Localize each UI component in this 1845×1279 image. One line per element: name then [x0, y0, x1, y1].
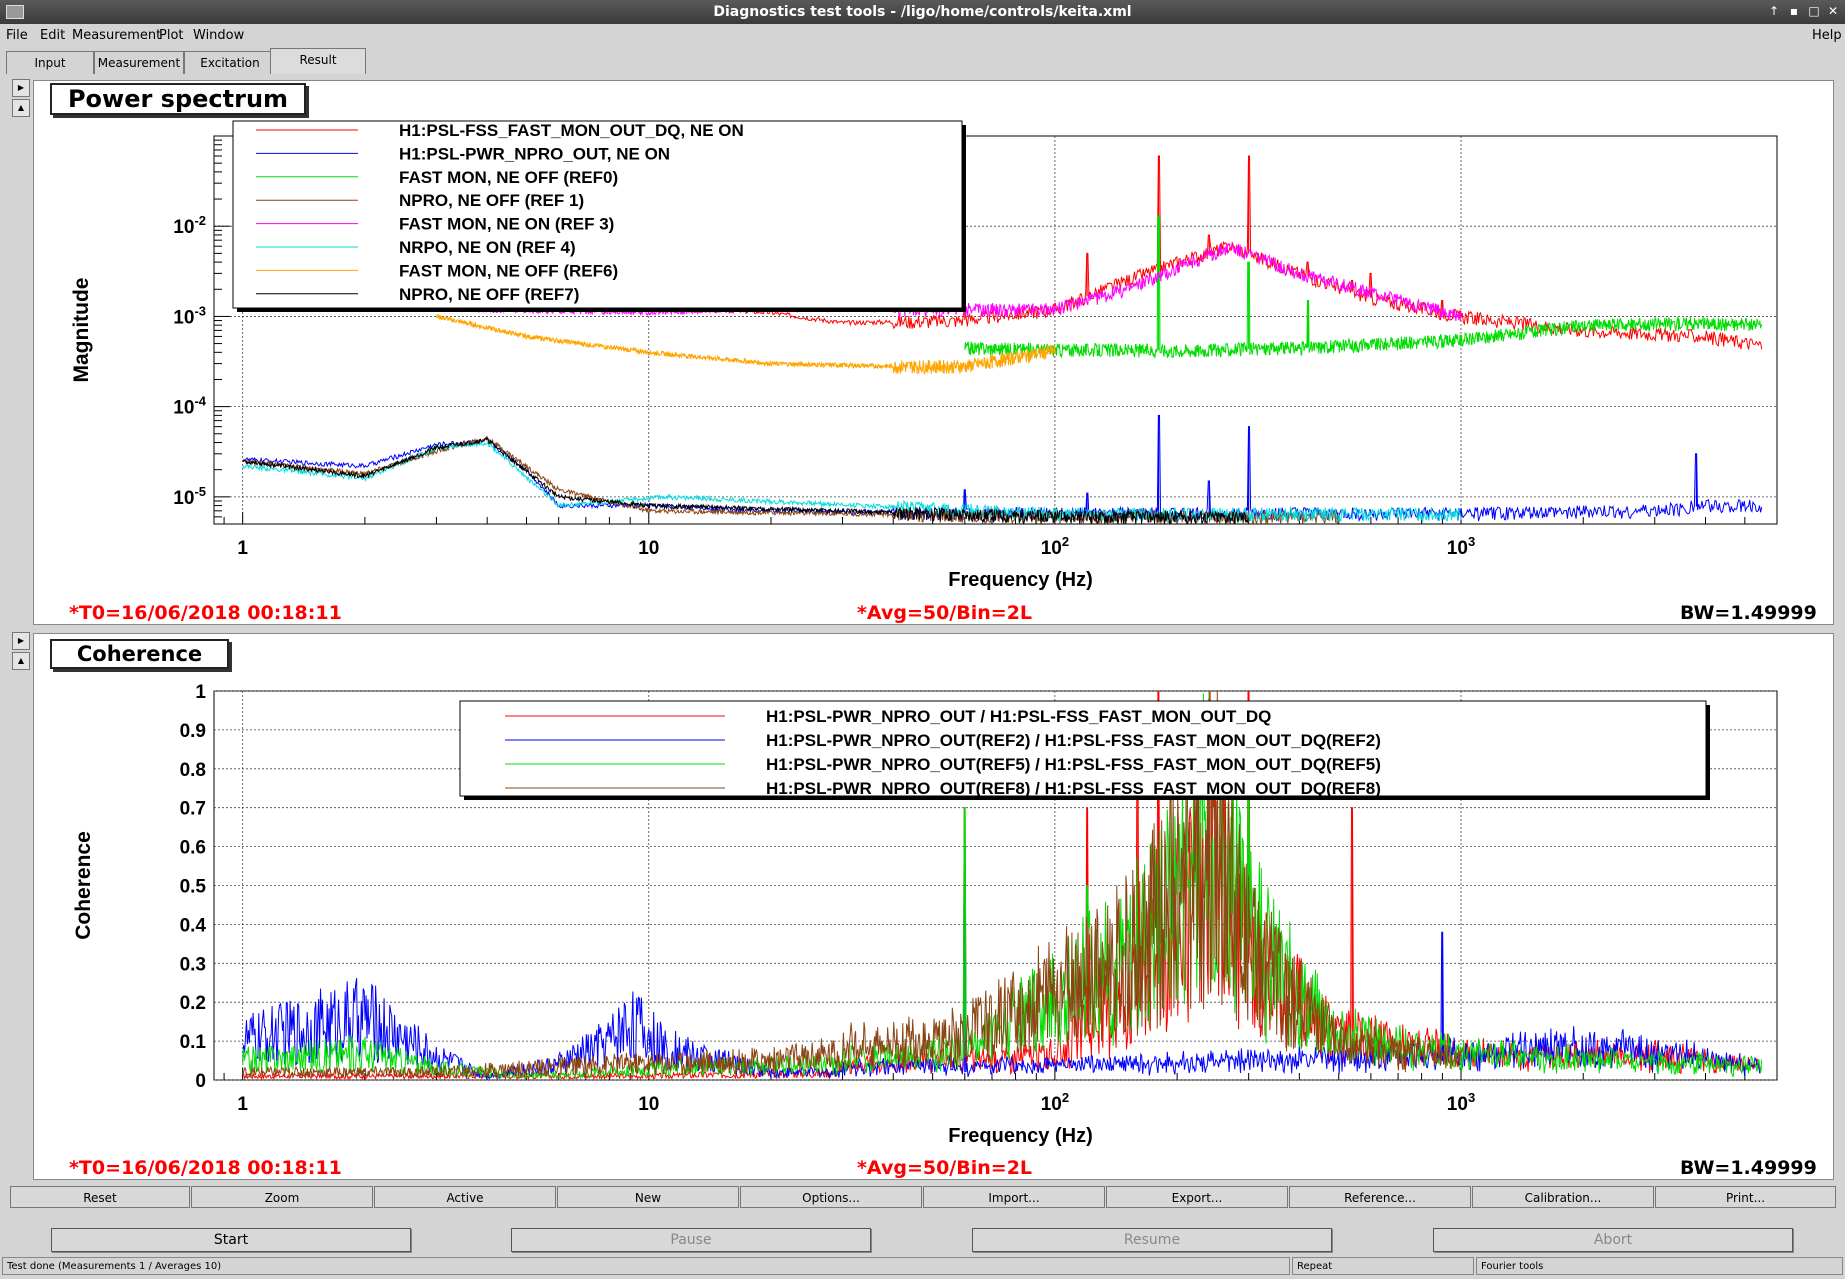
legend-entry-0: H1:PSL-FSS_FAST_MON_OUT_DQ, NE ON: [399, 121, 744, 140]
x-tick-label: 1: [237, 538, 248, 559]
tab-result[interactable]: Result: [270, 48, 366, 74]
menu-window[interactable]: Window: [193, 28, 244, 43]
legend-entry-0: H1:PSL-PWR_NPRO_OUT / H1:PSL-FSS_FAST_MO…: [766, 707, 1271, 726]
x-tick-label: 102: [1041, 1090, 1069, 1115]
x-tick-label: 1: [237, 1094, 248, 1115]
legend-entry-1: H1:PSL-PWR_NPRO_OUT, NE ON: [399, 144, 670, 163]
menu-file[interactable]: File: [6, 28, 28, 43]
x-axis-label: Frequency (Hz): [948, 1125, 1092, 1147]
print-button[interactable]: Print...: [1655, 1186, 1836, 1208]
coherence-pane: Coherence 1 10 102 103 0 0.1 0.2 0.3 0.4 0.5 0.6 0.…: [33, 633, 1834, 1180]
tab-input[interactable]: Input: [6, 51, 94, 74]
y-tick-label: 10-2: [173, 213, 206, 238]
menu-bar: File Edit Measurement Plot Window Help: [0, 24, 1845, 48]
legend-entry-5: NRPO, NE ON (REF 4): [399, 238, 576, 257]
y-tick-label: 0.9: [180, 721, 206, 742]
status-repeat: Repeat: [1292, 1257, 1474, 1275]
power-t0-label: *T0=16/06/2018 00:18:11: [69, 602, 342, 624]
legend-entry-3: H1:PSL-PWR_NPRO_OUT(REF8) / H1:PSL-FSS_F…: [766, 779, 1381, 798]
new-button[interactable]: New: [557, 1186, 739, 1208]
y-tick-label: 10-3: [173, 303, 206, 328]
tab-excitation[interactable]: Excitation: [184, 51, 276, 74]
y-tick-label: 0.2: [180, 993, 206, 1014]
y-tick-label: 10-4: [173, 394, 206, 419]
menu-plot[interactable]: Plot: [159, 28, 184, 43]
x-tick-label: 102: [1041, 534, 1069, 559]
maximize-icon[interactable]: □: [1806, 4, 1822, 18]
power-bw-label: BW=1.49999: [1680, 602, 1817, 624]
pane2-expand-icon[interactable]: ▶: [12, 632, 30, 650]
legend-entry-2: FAST MON, NE OFF (REF0): [399, 168, 618, 187]
pane2-collapse-icon[interactable]: ▲: [12, 652, 30, 670]
x-tick-label: 10: [638, 538, 659, 559]
calibration-button[interactable]: Calibration...: [1472, 1186, 1654, 1208]
power-spectrum-pane: Power spectrum 1 10 102 103 10-5 10-4 10-3 10-2…: [33, 80, 1834, 625]
legend-entry-7: NPRO, NE OFF (REF7): [399, 285, 579, 304]
coherence-t0-label: *T0=16/06/2018 00:18:11: [69, 1157, 342, 1179]
y-tick-label: 0.1: [180, 1032, 207, 1053]
legend-entry-1: H1:PSL-PWR_NPRO_OUT(REF2) / H1:PSL-FSS_F…: [766, 731, 1381, 750]
raise-icon[interactable]: ↑: [1766, 4, 1782, 18]
pane1-collapse-icon[interactable]: ▲: [12, 99, 30, 117]
close-icon[interactable]: ✕: [1825, 4, 1841, 18]
y-tick-label: 0.4: [180, 915, 207, 936]
y-tick-label: 0.8: [180, 760, 206, 781]
y-tick-label: 0.6: [180, 838, 206, 859]
menu-edit[interactable]: Edit: [40, 28, 65, 43]
legend-entry-3: NPRO, NE OFF (REF 1): [399, 191, 584, 210]
minimize-icon[interactable]: ▪: [1786, 4, 1802, 18]
coherence-plot[interactable]: 1 10 102 103 0 0.1 0.2 0.3 0.4 0.5 0.6 0.7 0.8 0.9 1 Fr…: [34, 634, 1833, 1179]
reset-button[interactable]: Reset: [10, 1186, 190, 1208]
pause-button[interactable]: Pause: [511, 1228, 871, 1252]
title-bar: Diagnostics test tools - /ligo/home/cont…: [0, 0, 1845, 24]
y-tick-label: 0.7: [180, 799, 206, 820]
y-tick-label: 10-5: [173, 484, 206, 509]
power-spectrum-plot[interactable]: 1 10 102 103 10-5 10-4 10-3 10-2 Frequency (Hz) M…: [34, 81, 1833, 624]
power-avg-label: *Avg=50/Bin=2L: [857, 602, 1033, 624]
x-tick-label: 10: [638, 1094, 659, 1115]
import-button[interactable]: Import...: [923, 1186, 1105, 1208]
menu-measurement[interactable]: Measurement: [72, 28, 161, 43]
legend-entry-6: FAST MON, NE OFF (REF6): [399, 261, 618, 280]
start-button[interactable]: Start: [51, 1228, 411, 1252]
y-tick-label: 0: [195, 1071, 206, 1092]
status-tools: Fourier tools: [1476, 1257, 1843, 1275]
menu-help[interactable]: Help: [1812, 28, 1842, 43]
legend-entry-4: FAST MON, NE ON (REF 3): [399, 215, 614, 234]
options-button[interactable]: Options...: [740, 1186, 922, 1208]
zoom-button[interactable]: Zoom: [191, 1186, 373, 1208]
export-button[interactable]: Export...: [1106, 1186, 1288, 1208]
window-title: Diagnostics test tools - /ligo/home/cont…: [713, 4, 1132, 20]
y-tick-label: 0.3: [180, 954, 206, 975]
tab-measurement[interactable]: Measurement: [94, 51, 184, 74]
resume-button[interactable]: Resume: [972, 1228, 1332, 1252]
abort-button[interactable]: Abort: [1433, 1228, 1793, 1252]
y-axis-label: Magnitude: [70, 278, 93, 383]
coherence-bw-label: BW=1.49999: [1680, 1157, 1817, 1179]
y-axis-label: Coherence: [72, 831, 95, 940]
y-tick-label: 1: [195, 682, 206, 703]
plot-tool-buttons: Reset Zoom Active New Options... Import.…: [10, 1186, 1836, 1210]
legend-entry-2: H1:PSL-PWR_NPRO_OUT(REF5) / H1:PSL-FSS_F…: [766, 755, 1381, 774]
x-tick-label: 103: [1447, 1090, 1475, 1115]
y-tick-label: 0.5: [180, 877, 207, 898]
x-axis-label: Frequency (Hz): [948, 569, 1092, 591]
status-message: Test done (Measurements 1 / Averages 10): [2, 1257, 1290, 1275]
x-tick-label: 103: [1447, 534, 1475, 559]
coherence-avg-label: *Avg=50/Bin=2L: [857, 1157, 1033, 1179]
reference-button[interactable]: Reference...: [1289, 1186, 1471, 1208]
active-button[interactable]: Active: [374, 1186, 556, 1208]
pane1-expand-icon[interactable]: ▶: [12, 79, 30, 97]
